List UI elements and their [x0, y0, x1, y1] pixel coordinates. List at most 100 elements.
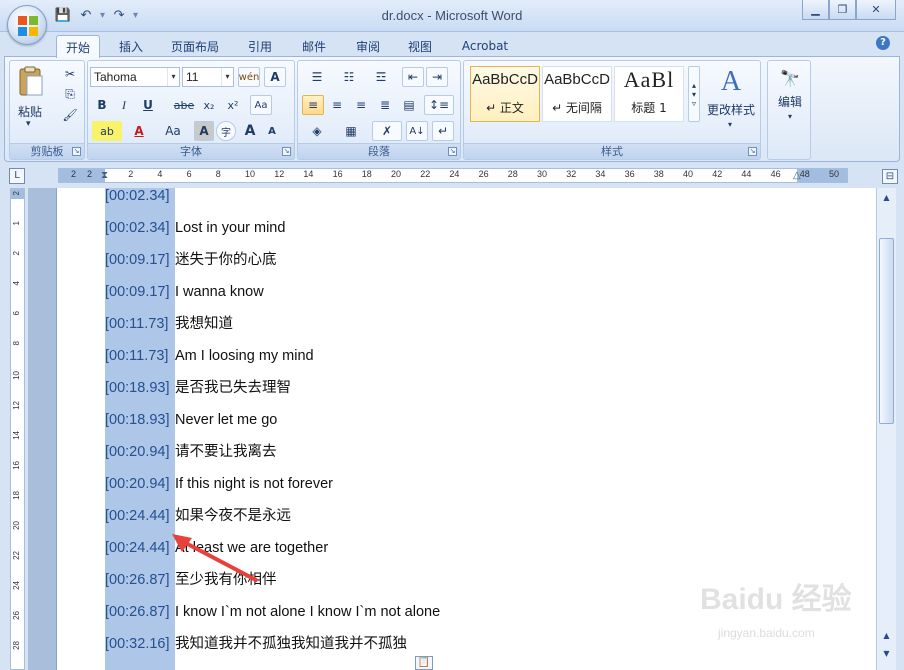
copy-icon[interactable]: ⎘ — [60, 85, 80, 103]
align-right-button[interactable]: ≡ — [350, 95, 372, 115]
borders-icon[interactable]: ▦ — [336, 121, 366, 141]
change-case-button[interactable]: Aa — [158, 121, 188, 141]
cut-icon[interactable]: ✂ — [60, 65, 80, 83]
document-line[interactable]: [00:20.94] If this night is not forever — [105, 474, 333, 494]
ruler-number: 50 — [829, 169, 840, 179]
line-spacing-icon[interactable]: ↕≡ — [424, 95, 454, 115]
tab-references[interactable]: 引用 — [238, 35, 282, 57]
document-line[interactable]: [00:18.93] 是否我已失去理智 — [105, 378, 291, 398]
scroll-down-icon[interactable]: ▲ — [878, 628, 895, 644]
format-painter-icon[interactable]: 🖌 — [60, 106, 80, 124]
lyric-text: Lost in your mind — [175, 220, 286, 236]
font-size-select[interactable]: 11 ▾ — [182, 67, 234, 87]
document-line[interactable]: [00:11.73] Am I loosing my mind — [105, 346, 314, 366]
font-size-dropdown-icon[interactable]: ▾ — [221, 68, 233, 86]
bullets-icon[interactable]: ☰ — [302, 67, 332, 87]
tab-acrobat[interactable]: Acrobat — [454, 35, 516, 57]
timestamp: [00:18.93] — [105, 378, 175, 398]
italic-button[interactable]: I — [114, 95, 134, 115]
view-ruler-button[interactable]: ⊟ — [882, 169, 898, 184]
wen-icon[interactable]: wén — [238, 67, 260, 87]
document-line[interactable]: [00:02.34] — [105, 188, 175, 206]
prev-page-icon[interactable]: ▼ — [878, 646, 895, 662]
help-icon[interactable]: ? — [876, 36, 890, 50]
paste-dropdown-icon[interactable]: ▾ — [26, 119, 31, 129]
bold-button[interactable]: B — [92, 95, 112, 115]
multilevel-list-icon[interactable]: ☲ — [366, 67, 396, 87]
style-normal[interactable]: AaBbCcD ↵ 正文 — [470, 66, 540, 122]
font-name-dropdown-icon[interactable]: ▾ — [167, 68, 179, 86]
tab-insert[interactable]: 插入 — [110, 35, 152, 57]
sort-icon[interactable]: A↓ — [406, 121, 428, 141]
document-line[interactable]: [00:26.87] I know I`m not alone I know I`… — [105, 602, 440, 622]
document-line[interactable]: [00:24.44] 如果今夜不是永远 — [105, 506, 291, 526]
restore-button[interactable]: ❐ — [829, 0, 856, 20]
increase-indent-icon[interactable]: ⇥ — [426, 67, 448, 87]
tab-page-layout[interactable]: 页面布局 — [162, 35, 228, 57]
tab-view[interactable]: 视图 — [398, 35, 442, 57]
scroll-thumb[interactable] — [879, 238, 894, 424]
underline-button[interactable]: U — [136, 95, 160, 115]
office-button[interactable] — [7, 5, 47, 45]
document-line[interactable]: [00:11.73] 我想知道 — [105, 314, 233, 334]
char-border-icon[interactable]: A — [264, 67, 286, 87]
font-launcher-icon[interactable]: ↘ — [282, 147, 291, 156]
editing-dropdown-icon[interactable]: ▾ — [782, 111, 798, 121]
change-styles-icon[interactable]: A — [704, 65, 758, 99]
tab-home[interactable]: 开始 — [56, 35, 100, 58]
paragraph-group-label: 段落 — [298, 143, 460, 159]
numbering-icon[interactable]: ☷ — [334, 67, 364, 87]
ruler-number: 34 — [595, 169, 606, 179]
clear-format-icon[interactable]: Aa — [250, 95, 272, 115]
vertical-ruler[interactable]: 2 1 2 4 6 8 10 12 14 16 18 20 22 24 26 28 — [10, 188, 25, 670]
highlight-button[interactable]: ab — [92, 121, 122, 141]
find-icon[interactable]: 🔭 — [774, 65, 806, 91]
align-left-button[interactable]: ≡ — [302, 95, 324, 115]
document-line[interactable]: [00:20.94] 请不要让我离去 — [105, 442, 277, 462]
document-line[interactable]: [00:32.16] 我知道我并不孤独我知道我并不孤独 — [105, 634, 407, 654]
vertical-ruler-number: 22 — [12, 551, 21, 560]
tab-mailings[interactable]: 邮件 — [292, 35, 336, 57]
change-styles-dropdown-icon[interactable]: ▾ — [722, 119, 738, 129]
document-line[interactable]: [00:09.17] 迷失于你的心底 — [105, 250, 277, 270]
styles-launcher-icon[interactable]: ↘ — [748, 147, 757, 156]
minimize-button[interactable]: ▁ — [802, 0, 829, 20]
paste-button[interactable]: 粘贴 — [18, 103, 42, 120]
horizontal-ruler[interactable]: ⧗ △ 2 2 2 4 6 8 10 12 14 16 18 20 22 24 26 28 30 32 34 36 38… — [58, 168, 848, 183]
subscript-button[interactable]: x₂ — [198, 95, 220, 115]
font-color-button[interactable]: A — [126, 121, 152, 141]
char-shading-button[interactable]: A — [194, 121, 214, 141]
editing-button[interactable]: 编辑 — [770, 93, 810, 109]
scroll-up-icon[interactable]: ▲ — [878, 190, 895, 206]
chinese-layout-icon[interactable]: ✗ — [372, 121, 402, 141]
styles-scroll-icon[interactable]: ▴ ▾ ▿ — [688, 66, 700, 122]
grow-font-button[interactable]: A — [240, 121, 260, 141]
justify-button[interactable]: ≣ — [374, 95, 396, 115]
tab-review[interactable]: 审阅 — [346, 35, 390, 57]
document-line[interactable]: [00:09.17] I wanna know — [105, 282, 264, 302]
close-button[interactable]: ✕ — [856, 0, 896, 20]
decrease-indent-icon[interactable]: ⇤ — [402, 67, 424, 87]
document-line[interactable]: [00:18.93] Never let me go — [105, 410, 277, 430]
document-line[interactable]: [00:02.34] Lost in your mind — [105, 218, 285, 238]
distribute-button[interactable]: ▤ — [398, 95, 420, 115]
paste-icon[interactable] — [14, 65, 48, 99]
align-center-button[interactable]: ≡ — [326, 95, 348, 115]
style-no-spacing[interactable]: AaBbCcD ↵ 无间隔 — [542, 66, 612, 122]
enclose-char-button[interactable]: 字 — [216, 121, 236, 141]
change-styles-button[interactable]: 更改样式 — [702, 101, 760, 117]
ruler-number: 14 — [303, 169, 314, 179]
shrink-font-button[interactable]: A — [262, 121, 282, 141]
clipboard-launcher-icon[interactable]: ↘ — [72, 147, 81, 156]
lyric-text: 是否我已失去理智 — [175, 380, 291, 396]
paragraph-launcher-icon[interactable]: ↘ — [448, 147, 457, 156]
paste-options-icon[interactable]: 📋 — [415, 656, 433, 670]
superscript-button[interactable]: x² — [222, 95, 244, 115]
shading-icon[interactable]: ◈ — [302, 121, 332, 141]
tab-selector-icon[interactable]: L — [9, 168, 25, 184]
show-marks-icon[interactable]: ↵ — [432, 121, 454, 141]
style-heading-1[interactable]: AaBl 标题 1 — [614, 66, 684, 122]
left-indent-marker-icon[interactable]: ⧗ — [101, 171, 111, 182]
font-name-select[interactable]: Tahoma ▾ — [90, 67, 180, 87]
strikethrough-button[interactable]: abe — [172, 95, 196, 115]
